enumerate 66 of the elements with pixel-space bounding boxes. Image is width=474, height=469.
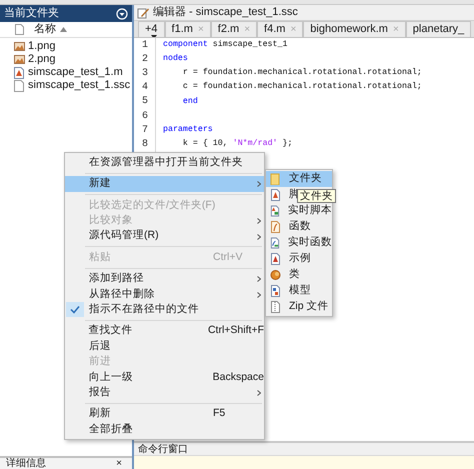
sort-icon (60, 27, 67, 32)
menu-item[interactable]: 函数 (266, 219, 332, 235)
menu-item[interactable]: 新建 (65, 176, 264, 192)
editor-tab[interactable]: f2.m × (210, 21, 258, 37)
menu-item[interactable]: 从路径中删除 (65, 286, 264, 302)
example-icon (270, 253, 281, 265)
editor-tab[interactable]: planetary_ (406, 21, 472, 37)
line-number: 3 (134, 66, 156, 81)
code-line: r = foundation.mechanical.rotational.rotational; (182, 67, 422, 80)
menu-item[interactable]: 查找文件 Ctrl+Shift+F (65, 324, 264, 339)
code-line: component simscape_test_1 (162, 38, 288, 51)
menu-item[interactable]: 示例 (266, 251, 332, 267)
line-number: 6 (134, 108, 156, 124)
menu-item[interactable]: 全部折叠 (65, 422, 264, 438)
image-file-icon (14, 40, 25, 52)
line-number: 7 (134, 122, 156, 138)
menu-item[interactable]: 文件夹 (266, 171, 332, 187)
column-title: 名称 (34, 22, 56, 38)
editor-tab[interactable]: +4 (138, 21, 165, 37)
line-number: 5 (134, 94, 156, 110)
script-file-icon (270, 189, 281, 201)
code-line: k = { 10, 'N*m/rad' }; (182, 138, 292, 150)
code-line: nodes (162, 53, 188, 66)
menu-item[interactable]: 源代码管理(R) (65, 228, 264, 244)
panel-title: 当前文件夹 (4, 6, 59, 22)
menu-item[interactable]: 添加到路径 (65, 271, 264, 287)
file-icon (14, 80, 25, 92)
editor-tab[interactable]: f4.m × (257, 21, 304, 37)
menu-item[interactable]: 类 (266, 267, 332, 283)
menu-item[interactable]: 实时脚本 (266, 203, 332, 219)
menu-item[interactable]: 模型 (266, 283, 332, 299)
menu-item[interactable]: 实时函数 (266, 235, 332, 251)
zip-file-icon (270, 301, 281, 313)
tooltip: 文件夹 (297, 189, 336, 203)
editor-tab[interactable]: bighomework.m × (303, 21, 406, 37)
line-number: 2 (134, 52, 156, 67)
command-input[interactable] (134, 455, 474, 469)
menu-item[interactable]: 在资源管理器中打开当前文件夹 (65, 155, 264, 170)
function-icon (270, 221, 281, 233)
code-line: c = foundation.mechanical.rotational.rotational; (182, 81, 422, 94)
file-icon (15, 24, 24, 35)
code-line: parameters (162, 124, 213, 136)
menu-item[interactable]: 向上一级 Backspace (65, 370, 264, 386)
column-header[interactable]: 名称 (0, 22, 132, 38)
menu-item[interactable]: 刷新 F5 (65, 406, 264, 422)
class-icon (270, 269, 281, 281)
image-file-icon (14, 54, 25, 66)
editor-title: 编辑器 - simscape_test_1.ssc (153, 5, 298, 20)
line-number: 4 (134, 80, 156, 96)
live-function-icon (270, 237, 280, 249)
model-icon (270, 285, 281, 297)
menu-item[interactable]: 后退 (65, 338, 264, 354)
script-file-icon (14, 66, 25, 78)
close-button[interactable]: × (116, 458, 122, 468)
menu-item[interactable]: 报告 (65, 385, 264, 400)
editor-tab[interactable]: f1.m × (164, 21, 211, 37)
pen-icon (137, 6, 149, 18)
dropdown-icon[interactable] (116, 8, 128, 20)
line-number: 1 (134, 38, 156, 53)
details-title: 详细信息 (6, 458, 46, 468)
folder-icon (270, 173, 281, 185)
code-line: end (182, 96, 198, 108)
menu-item[interactable]: 指示不在路径中的文件 (65, 302, 264, 318)
menu-item[interactable]: Zip 文件 (266, 299, 332, 315)
panel-title: 命令行窗口 (138, 442, 188, 456)
live-script-icon (270, 205, 280, 217)
